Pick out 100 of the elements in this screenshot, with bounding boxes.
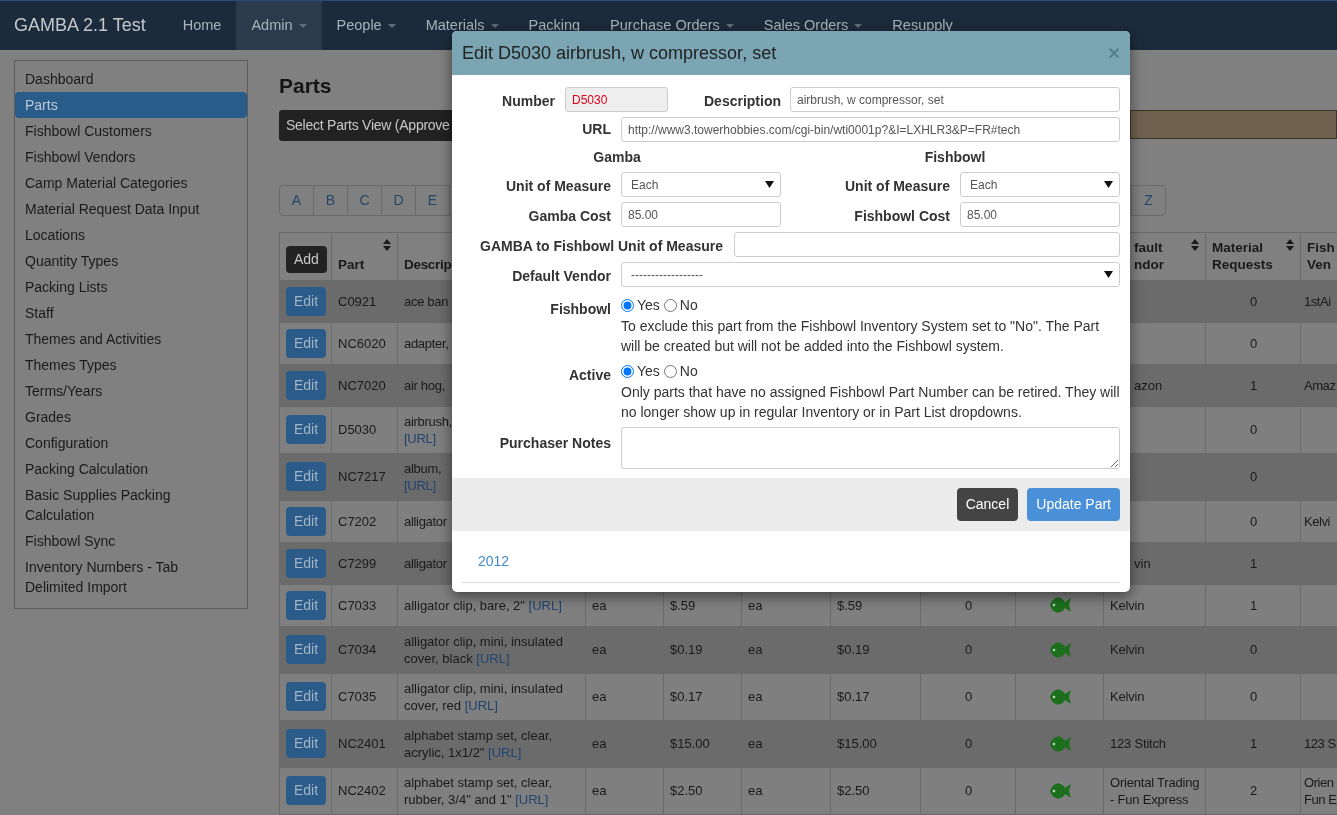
nav-item[interactable]: Home [167,1,237,50]
view-select-button[interactable]: Select Parts View (Approve [279,109,452,141]
part-number: NC7217 [338,469,386,484]
vendor-select[interactable]: ------------------ [621,262,1120,287]
sidebar-item[interactable]: Camp Material Categories [15,170,247,196]
letter-link[interactable]: B [313,184,348,216]
notes-field[interactable] [621,427,1120,469]
vendor-name: Kelvin [1110,642,1145,657]
edit-button[interactable]: Edit [286,590,327,620]
sidebar-item[interactable]: Fishbowl Customers [15,118,247,144]
sidebar-item[interactable]: Staff [15,300,247,326]
sidebar-item[interactable]: Themes and Activities [15,326,247,352]
letter-link[interactable]: C [347,184,382,216]
edit-button[interactable]: Edit [286,729,327,758]
edit-button[interactable]: Edit [286,548,327,578]
radio-button[interactable] [663,365,677,378]
unit-text: ea [592,597,607,613]
radio-button[interactable] [621,299,634,312]
nav-item[interactable]: People [321,1,411,50]
part-number: C7202 [338,513,377,529]
url-field[interactable]: http://www3.towerhobbies.com/cgi-bin/wti0001p?&I=LXHLR3&P=FR#tech [621,117,1120,142]
request-count: 0 [1249,469,1258,484]
field-label: Fishbowl [549,300,611,319]
url-link[interactable]: [URL] [464,697,498,713]
field-label: Default Vendor [511,266,611,286]
add-button[interactable]: Add [286,245,327,273]
sidebar-item[interactable]: Grades [15,404,247,430]
unit-text: ea [748,736,763,751]
request-count: 1 [1249,555,1258,571]
sidebar-item[interactable]: Packing Lists [15,274,247,300]
letter-link[interactable]: E [415,184,450,216]
url-link[interactable]: [URL] [515,791,549,807]
request-count: 0 [1249,335,1258,351]
radio-button[interactable] [663,299,677,312]
vendor-name: 123 S [1304,736,1336,751]
vendor-name: 123 Stitch [1110,736,1166,751]
cost-field[interactable]: 85.00 [960,202,1120,227]
description-field[interactable]: airbrush, w compressor, set [790,87,1120,112]
cost-text: $15.00 [837,736,877,751]
edit-button[interactable]: Edit [286,286,327,316]
edit-button[interactable]: Edit [286,635,327,664]
cost-field[interactable]: 85.00 [621,202,781,227]
cost-text: $.59 [670,597,696,613]
count-text: 0 [964,597,973,613]
year-link[interactable]: 2012 [478,551,510,572]
sidebar-item[interactable]: Themes Types [15,352,247,378]
edit-button[interactable]: Edit [286,370,327,400]
unit-text: ea [748,783,763,798]
cancel-button[interactable]: Cancel [956,488,1019,521]
edit-button[interactable]: Edit [286,415,327,444]
part-number: C7034 [338,642,377,657]
letter-link[interactable]: Z [1131,184,1166,216]
nav-item[interactable]: Admin [236,1,322,50]
section-heading: Fishbowl [923,148,987,167]
unit-text: ea [592,642,607,657]
field-label: Description [703,92,781,111]
sidebar-item[interactable]: Fishbowl Vendors [15,144,247,170]
part-description: alligator [404,555,447,571]
unit-select[interactable]: Each [621,172,781,197]
edit-button[interactable]: Edit [286,506,327,536]
brand-link[interactable]: GAMBA 2.1 Test [0,1,166,50]
sidebar-item[interactable]: Locations [15,222,247,248]
field-label: Unit of Measure [844,176,950,196]
sidebar-item[interactable]: Configuration [15,430,247,456]
letter-link[interactable]: A [279,184,314,216]
part-description: alphabet stamp set, clear, rubber, 3/4" and 1" [URL] [404,774,553,807]
sidebar-item[interactable]: Fishbowl Sync [15,528,247,554]
sidebar-item[interactable]: Basic Supplies Packing Calculation [15,482,247,528]
sidebar-item[interactable]: Dashboard [15,66,247,92]
help-text: Only parts that have no assigned Fishbowl Part Number can be retired. They will no longer show up in regular Inventory or in Part List dropdowns. [621,383,1120,422]
vendor-name: Kelvi [1304,513,1330,529]
count-text: 0 [964,642,973,657]
edit-button[interactable]: Edit [286,462,327,491]
request-count: 1 [1249,597,1258,613]
part-number: C7299 [338,555,377,571]
part-description: alligator clip, mini, insulated cover, red [URL] [404,680,563,713]
column-header: fault ndor [1134,238,1165,273]
sidebar-item[interactable]: Terms/Years [15,378,247,404]
sidebar-item[interactable]: Quantity Types [15,248,247,274]
field-label: Purchaser Notes [498,434,611,453]
vendor-name: Kelvin [1110,597,1145,613]
vendor-name: Kelvin [1110,689,1145,704]
part-description: adapter, [404,335,449,351]
sidebar-item[interactable]: Inventory Numbers - Tab Delimited Import [15,554,247,600]
caret-icon [1104,181,1113,188]
sidebar-item[interactable]: Material Request Data Input [15,196,247,222]
sidebar-item[interactable]: Packing Calculation [15,456,247,482]
conversion-field[interactable] [734,232,1120,257]
update-button[interactable]: Update Part [1027,488,1120,521]
sidebar-item[interactable]: Parts [15,92,247,118]
edit-button[interactable]: Edit [286,682,327,711]
url-link[interactable]: [URL] [404,430,436,446]
url-link[interactable]: [URL] [528,597,562,613]
edit-button[interactable]: Edit [286,776,327,805]
edit-button[interactable]: Edit [286,328,327,358]
column-header: Part [338,256,365,272]
unit-select[interactable]: Each [960,172,1120,197]
letter-link[interactable]: D [381,184,416,216]
vendor-name: azon [1134,376,1163,394]
radio-button[interactable] [621,365,634,378]
